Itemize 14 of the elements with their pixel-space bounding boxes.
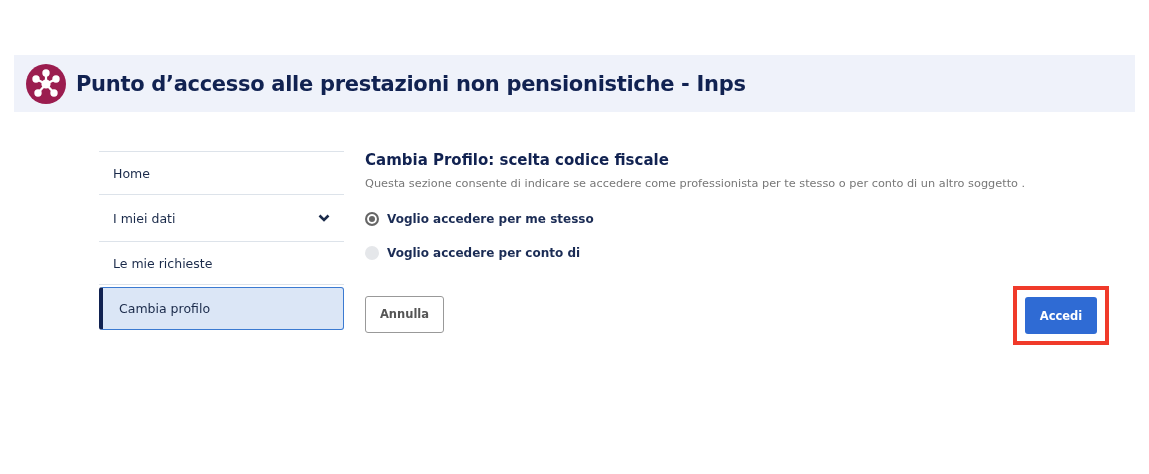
sidebar-item[interactable]: Cambia profilo <box>99 287 344 330</box>
section-description: Questa sezione consente di indicare se accedere come professionista per te stesso o per conto di un altro soggetto . <box>365 177 1027 190</box>
radio-button[interactable] <box>365 246 379 260</box>
sidebar-item[interactable]: I miei dati <box>99 195 344 242</box>
accedi-button[interactable]: Accedi <box>1025 297 1097 334</box>
logo-icon <box>26 63 66 104</box>
section-title: Cambia Profilo: scelta codice fiscale <box>365 151 670 169</box>
sidebar-item[interactable]: Le mie richieste <box>99 242 344 285</box>
page-title: Punto d’accesso alle prestazioni non pensionistiche - Inps <box>76 71 746 96</box>
radio-option[interactable]: Voglio accedere per conto di <box>365 246 581 260</box>
cancel-button[interactable]: Annulla <box>365 295 444 333</box>
sidebar-item[interactable]: Home <box>99 152 344 195</box>
radio-button[interactable] <box>365 212 379 226</box>
radio-option[interactable]: Voglio accedere per me stesso <box>365 212 594 226</box>
